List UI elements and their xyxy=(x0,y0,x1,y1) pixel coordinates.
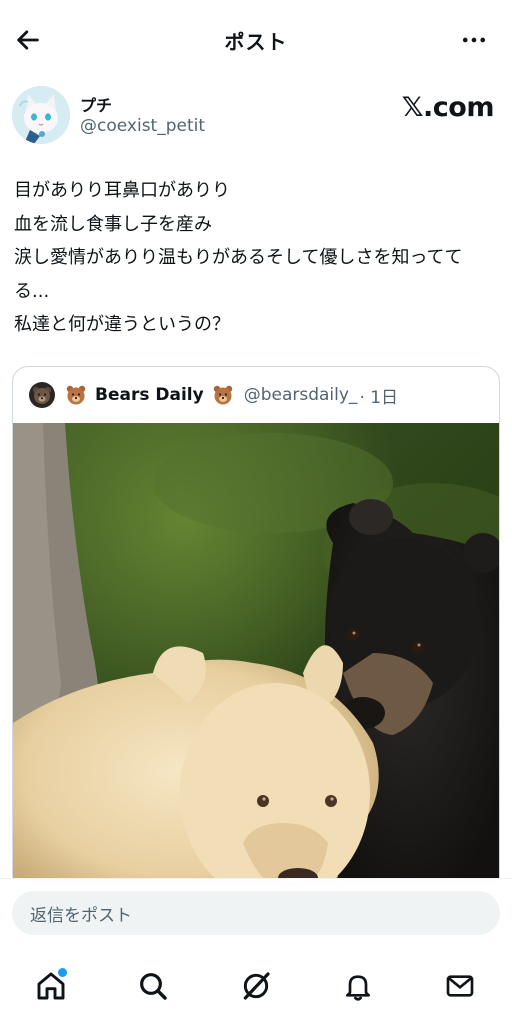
nav-search[interactable] xyxy=(125,958,181,1014)
quoted-author-name: Bears Daily xyxy=(95,385,204,405)
reply-input[interactable]: 返信をポスト xyxy=(12,891,500,935)
post-author: プチ @coexist_petit 𝕏.com xyxy=(12,86,500,146)
bottom-navigation xyxy=(0,948,512,1024)
nav-messages[interactable] xyxy=(432,958,488,1014)
bear-emoji-icon xyxy=(212,384,234,406)
messages-icon xyxy=(446,975,474,997)
post-line: 血を流し食事し子を産み xyxy=(14,213,212,235)
reply-bar: 返信をポスト xyxy=(0,878,512,948)
quoted-post[interactable]: Bears Daily @bearsdaily_ · 1日 xyxy=(12,366,500,906)
grok-icon xyxy=(243,972,270,1000)
post-line: 目がありり耳鼻口がありり xyxy=(14,180,230,201)
post-body: 目がありり耳鼻口がありり 血を流し食事し子を産み 涙し愛情がありり温もりがあるそ… xyxy=(14,174,498,342)
more-horizontal-icon xyxy=(462,37,486,43)
notifications-icon xyxy=(346,975,370,1001)
author-name[interactable]: プチ xyxy=(80,92,112,116)
quoted-post-time: · 1日 xyxy=(359,387,399,408)
quoted-avatar[interactable] xyxy=(29,382,55,408)
notification-dot xyxy=(58,968,67,977)
bear-emoji-icon xyxy=(65,384,87,406)
quoted-post-header: Bears Daily @bearsdaily_ · 1日 xyxy=(13,367,499,423)
quoted-author-handle: @bearsdaily_ xyxy=(243,385,358,405)
quoted-post-image[interactable] xyxy=(13,423,500,906)
post-line: 私達と何が違うというの？ xyxy=(14,314,230,335)
more-options-button[interactable] xyxy=(456,22,492,58)
top-bar: ポスト xyxy=(0,0,512,80)
avatar[interactable] xyxy=(12,86,70,144)
bear-face-icon xyxy=(32,386,52,404)
author-handle[interactable]: @coexist_petit xyxy=(80,116,205,136)
post-line: 涙し愛情がありり温もりがあるそして優しさを知ってて xyxy=(14,247,463,268)
nav-grok[interactable] xyxy=(228,958,284,1014)
nav-home[interactable] xyxy=(23,958,79,1014)
post-detail-screen: ポスト プチ @coexist_petit 𝕏.com 目がありり耳鼻口がありり… xyxy=(0,0,512,1024)
page-title: ポスト xyxy=(224,30,288,54)
post-line: る... xyxy=(14,280,50,302)
cat-avatar-icon xyxy=(12,86,70,144)
nav-notifications[interactable] xyxy=(330,958,386,1014)
x-watermark: 𝕏.com xyxy=(401,92,495,123)
search-icon xyxy=(140,973,167,1000)
